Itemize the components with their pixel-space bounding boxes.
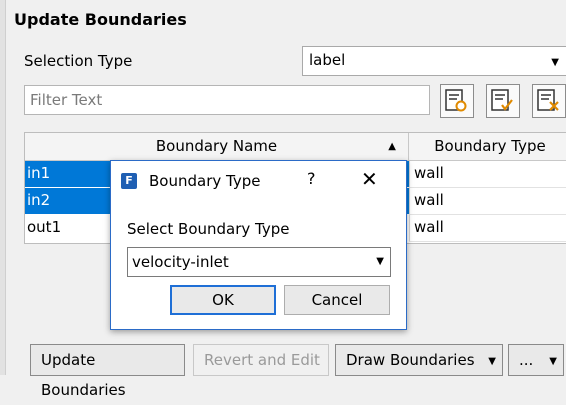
column-separator [409, 215, 410, 242]
update-boundaries-button[interactable]: Update Boundaries [30, 344, 185, 399]
selection-type-value: label [309, 51, 346, 69]
selection-type-label: Selection Type [24, 52, 133, 70]
dialog-prompt-label: Select Boundary Type [127, 220, 290, 238]
draw-boundaries-label: Draw Boundaries [346, 351, 475, 369]
sort-ascending-icon: ▲ [388, 141, 396, 152]
row-type: wall [414, 164, 444, 182]
boundary-type-value: velocity-inlet [132, 253, 229, 271]
filter-text-input[interactable]: Filter Text [24, 85, 430, 115]
revert-and-edit-button: Revert and Edit [193, 344, 329, 376]
deselect-icon [537, 89, 559, 111]
chevron-down-icon: ▼ [551, 57, 559, 68]
boundary-type-dropdown[interactable]: velocity-inlet ▼ [127, 247, 391, 277]
chevron-down-icon: ▼ [488, 356, 496, 367]
close-icon[interactable]: ✕ [361, 167, 378, 191]
more-options-button[interactable]: ... ▼ [508, 344, 564, 376]
row-name: out1 [27, 218, 62, 236]
select-visible-icon [491, 89, 513, 111]
select-all-icon [445, 89, 467, 112]
revert-and-edit-label: Revert and Edit [204, 351, 320, 369]
row-divider [409, 241, 566, 242]
dialog-title: Boundary Type [149, 172, 261, 190]
row-type: wall [414, 191, 444, 209]
filter-placeholder: Filter Text [30, 91, 103, 109]
fluent-app-icon: F [121, 173, 137, 189]
column-separator [409, 161, 410, 188]
row-type: wall [414, 218, 444, 236]
boundary-type-dialog: F Boundary Type ? ✕ Select Boundary Type… [110, 160, 407, 330]
row-name: in1 [27, 164, 51, 182]
update-boundaries-label: Update Boundaries [41, 351, 126, 399]
deselect-button[interactable] [532, 84, 566, 118]
more-options-label: ... [519, 351, 534, 369]
help-button[interactable]: ? [307, 169, 316, 188]
draw-boundaries-button[interactable]: Draw Boundaries ▼ [335, 344, 503, 376]
chevron-down-icon: ▼ [549, 356, 557, 367]
selection-type-dropdown[interactable]: label ▼ [302, 46, 566, 76]
select-all-button[interactable] [440, 84, 474, 118]
select-visible-button[interactable] [486, 84, 520, 118]
chevron-down-icon: ▼ [376, 256, 384, 267]
cancel-button[interactable]: Cancel [284, 285, 390, 315]
column-header-boundary-name[interactable]: Boundary Name ▲ [25, 133, 409, 161]
column-header-name-label: Boundary Name [155, 137, 278, 155]
row-name: in2 [27, 191, 51, 209]
column-header-boundary-type[interactable]: Boundary Type [409, 133, 566, 161]
panel-title: Update Boundaries [14, 10, 187, 29]
ok-button[interactable]: OK [170, 285, 276, 315]
left-edge-strip [0, 0, 6, 375]
column-header-type-label: Boundary Type [434, 137, 546, 155]
column-separator [409, 188, 410, 215]
